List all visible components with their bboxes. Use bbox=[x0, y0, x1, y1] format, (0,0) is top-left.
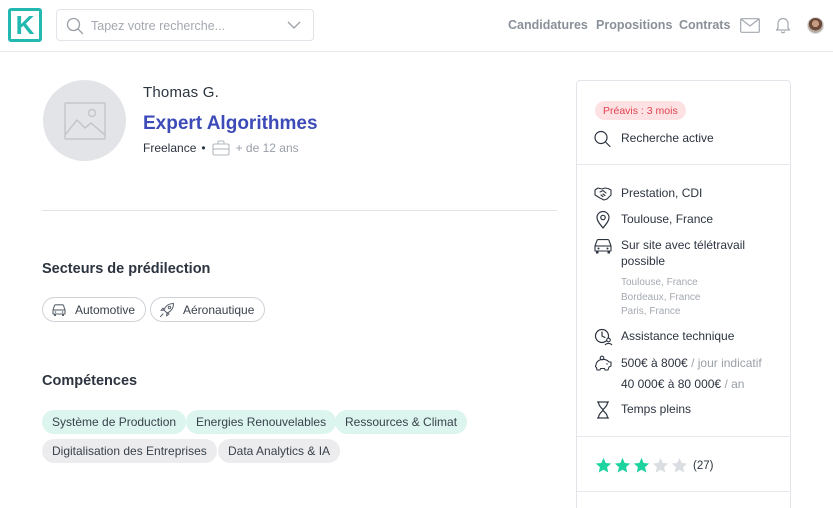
handshake-icon bbox=[594, 187, 612, 201]
car-icon bbox=[594, 239, 612, 254]
remote-row: Sur site avec télétravail possible bbox=[593, 237, 773, 269]
skill-chip: Ressources & Climat bbox=[335, 410, 468, 434]
briefcase-icon bbox=[212, 140, 230, 156]
logo-letter: K bbox=[15, 10, 35, 40]
skill-chip: Digitalisation des Entreprises bbox=[42, 439, 217, 463]
candidate-meta: Freelance • + de 12 ans bbox=[143, 140, 299, 156]
image-placeholder-icon bbox=[63, 101, 106, 140]
card-divider bbox=[577, 491, 790, 492]
search-status-row: Recherche active bbox=[593, 130, 714, 148]
daily-rate: 500€ à 800€ bbox=[621, 356, 688, 370]
location-row: Toulouse, France bbox=[593, 211, 713, 229]
sector-chip-aeronautique: Aéronautique bbox=[150, 297, 266, 322]
daily-rate-suffix: / jour indicatif bbox=[687, 356, 762, 370]
compensation: 500€ à 800€ / jour indicatif 40 000€ à 8… bbox=[621, 355, 762, 392]
profile-photo-placeholder bbox=[43, 80, 126, 161]
piggy-bank-icon bbox=[594, 355, 612, 371]
star-icon bbox=[671, 457, 688, 473]
star-icon bbox=[652, 457, 669, 473]
star-icon bbox=[614, 457, 631, 473]
nav-propositions[interactable]: Propositions bbox=[596, 18, 672, 32]
contract-row: Prestation, CDI bbox=[593, 185, 702, 203]
candidate-details-card: Préavis : 3 mois Recherche active Presta… bbox=[576, 80, 791, 508]
sector-label: Automotive bbox=[75, 302, 136, 317]
sector-chip-automotive: Automotive bbox=[42, 297, 147, 322]
logo[interactable]: K bbox=[8, 8, 42, 42]
nav-candidatures[interactable]: Candidatures bbox=[508, 18, 588, 32]
card-divider bbox=[577, 164, 790, 165]
chevron-down-icon[interactable] bbox=[287, 19, 301, 31]
rating: (27) bbox=[595, 457, 713, 474]
bell-icon[interactable] bbox=[775, 16, 791, 34]
remote-policy: Sur site avec télétravail possible bbox=[621, 238, 746, 268]
candidate-title: Expert Algorithmes bbox=[143, 113, 318, 134]
city-item: Paris, France bbox=[621, 306, 681, 317]
user-avatar[interactable] bbox=[807, 17, 824, 34]
candidate-name: Thomas G. bbox=[143, 84, 219, 101]
nav-contrats[interactable]: Contrats bbox=[679, 18, 730, 32]
rating-count: (27) bbox=[693, 459, 714, 472]
search-icon bbox=[66, 17, 84, 35]
rate-row: 500€ à 800€ / jour indicatif 40 000€ à 8… bbox=[593, 355, 762, 392]
top-bar: K Candidatures Propositions Contrats bbox=[0, 0, 833, 52]
mail-icon[interactable] bbox=[740, 18, 760, 33]
work-time: Temps pleins bbox=[621, 402, 692, 416]
skills-title: Compétences bbox=[42, 373, 138, 389]
hourglass-icon bbox=[597, 401, 609, 419]
time-row: Temps pleins bbox=[593, 401, 691, 419]
skill-chip: Data Analytics & IA bbox=[218, 439, 341, 463]
city-item: Toulouse, France bbox=[621, 277, 698, 288]
search-input[interactable] bbox=[91, 15, 281, 37]
star-icon bbox=[595, 457, 612, 473]
meta-separator: • bbox=[201, 141, 206, 155]
divider bbox=[42, 210, 557, 211]
card-divider bbox=[577, 436, 790, 437]
search-status: Recherche active bbox=[621, 131, 714, 145]
skill-chip: Energies Renouvelables bbox=[186, 410, 337, 434]
clock-person-icon bbox=[594, 328, 613, 346]
skill-chip: Système de Production bbox=[42, 410, 187, 434]
rocket-icon bbox=[159, 302, 175, 317]
notice-badge: Préavis : 3 mois bbox=[595, 101, 686, 120]
annual-salary: 40 000€ à 80 000€ bbox=[621, 377, 722, 391]
star-icon bbox=[633, 457, 650, 473]
experience-years: + de 12 ans bbox=[235, 141, 299, 155]
location: Toulouse, France bbox=[621, 212, 714, 226]
car-icon bbox=[52, 303, 66, 316]
search-box[interactable] bbox=[56, 9, 314, 41]
contract-type: Prestation, CDI bbox=[621, 186, 703, 200]
sector-label: Aéronautique bbox=[183, 302, 255, 317]
city-item: Bordeaux, France bbox=[621, 291, 701, 303]
magnifier-icon bbox=[594, 130, 611, 148]
mission-type: Assistance technique bbox=[621, 329, 735, 343]
mission-type-row: Assistance technique bbox=[593, 328, 734, 346]
employment-status: Freelance bbox=[143, 141, 197, 155]
sectors-title: Secteurs de prédilection bbox=[42, 261, 211, 277]
city-list: Toulouse, France Bordeaux, France Paris,… bbox=[621, 276, 701, 320]
location-pin-icon bbox=[596, 211, 610, 229]
annual-salary-suffix: / an bbox=[721, 377, 745, 391]
